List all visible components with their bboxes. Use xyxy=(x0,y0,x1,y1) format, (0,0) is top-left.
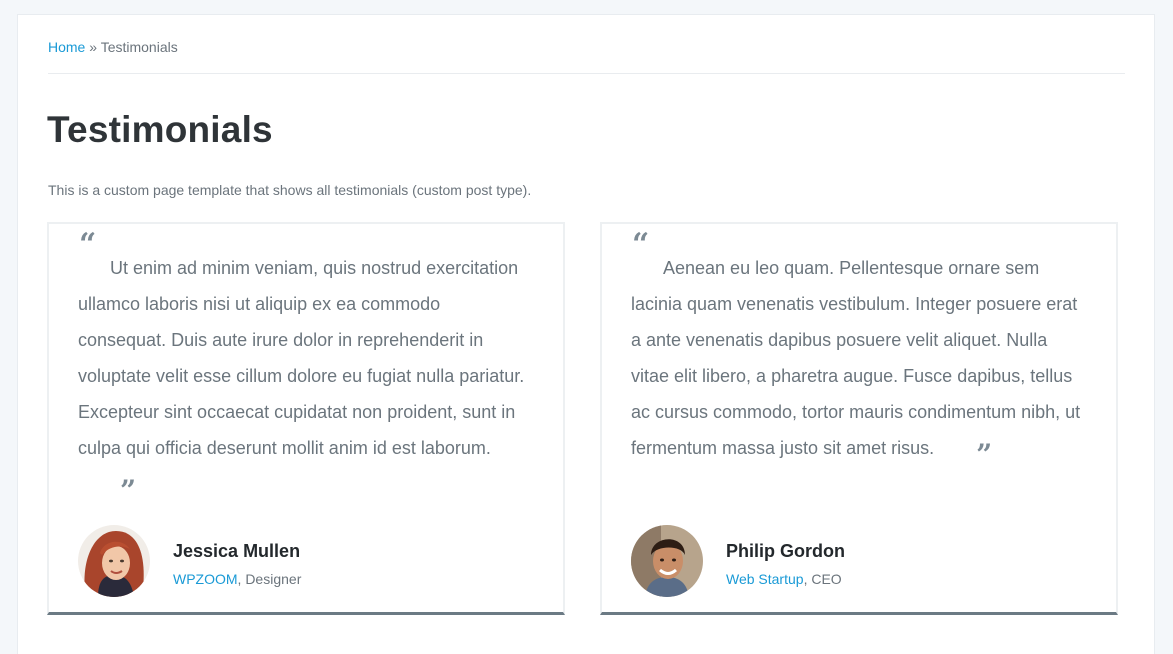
breadcrumb-home-link[interactable]: Home xyxy=(48,39,85,55)
breadcrumb: Home » Testimonials xyxy=(48,39,1125,74)
breadcrumb-current: Testimonials xyxy=(100,39,178,55)
testimonial-card: “ Ut enim ad minim veniam, quis nostrud … xyxy=(47,222,565,615)
author-company-link[interactable]: Web Startup xyxy=(726,571,804,587)
author-meta: Web Startup, CEO xyxy=(726,571,842,587)
page-description: This is a custom page template that show… xyxy=(48,182,532,198)
close-quote-icon: ” xyxy=(120,474,137,507)
avatar xyxy=(78,525,150,597)
page-title: Testimonials xyxy=(47,109,273,150)
testimonial-quote-text: Aenean eu leo quam. Pellentesque ornare … xyxy=(631,258,1081,458)
author-role: , Designer xyxy=(237,571,302,587)
breadcrumb-separator: » xyxy=(89,39,98,55)
testimonial-card: “ Aenean eu leo quam. Pellentesque ornar… xyxy=(600,222,1118,615)
testimonial-quote: Ut enim ad minim veniam, quis nostrud ex… xyxy=(78,250,530,505)
author-meta: WPZOOM, Designer xyxy=(173,571,301,587)
author-name: Jessica Mullen xyxy=(173,541,301,561)
page-container: Home » Testimonials Testimonials This is… xyxy=(17,14,1155,654)
author-company-link[interactable]: WPZOOM xyxy=(173,571,238,587)
author-name: Philip Gordon xyxy=(726,541,845,561)
testimonial-quote-text: Ut enim ad minim veniam, quis nostrud ex… xyxy=(78,258,525,458)
testimonial-quote: Aenean eu leo quam. Pellentesque ornare … xyxy=(631,250,1083,469)
author-role: , CEO xyxy=(803,571,842,587)
avatar xyxy=(631,525,703,597)
close-quote-icon: ” xyxy=(976,438,993,471)
